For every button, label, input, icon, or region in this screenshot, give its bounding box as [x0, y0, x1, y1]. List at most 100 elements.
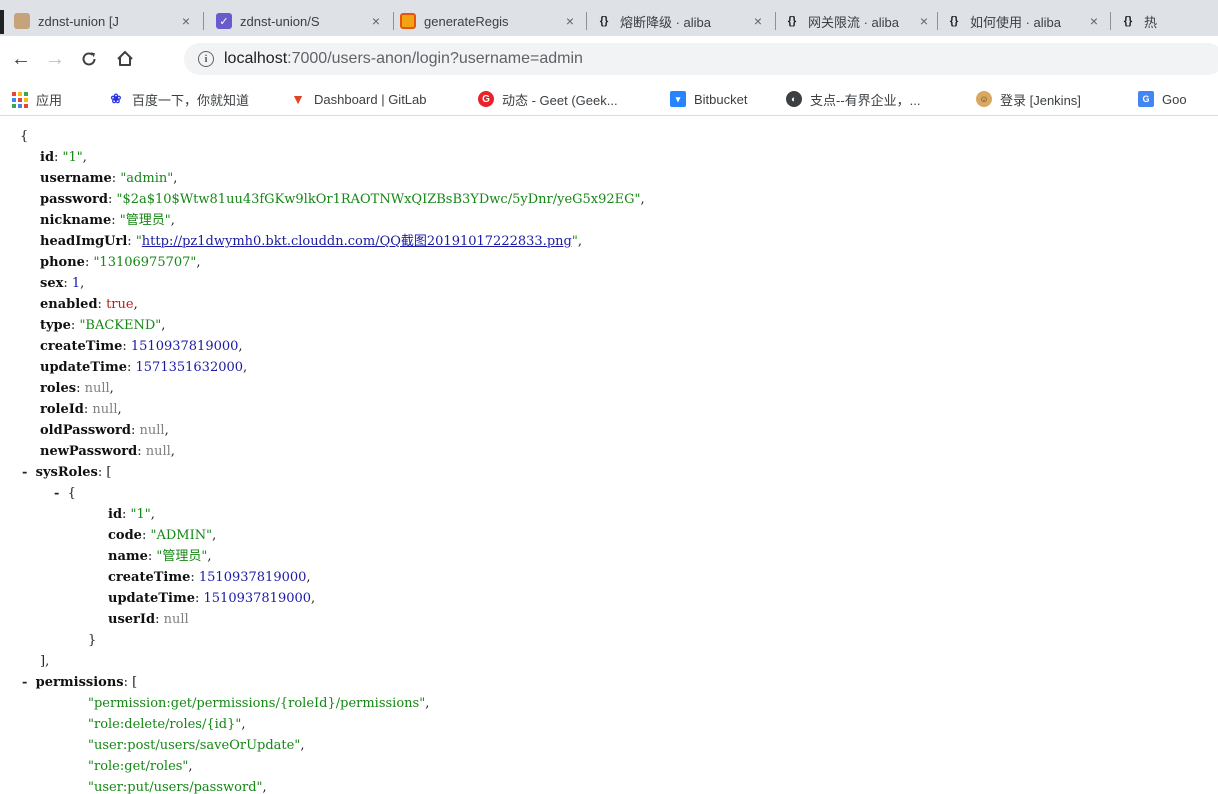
json-permission-item: "user:post/users/saveOrUpdate", [88, 738, 305, 753]
json-row-roles: roles: null, [40, 381, 114, 396]
json-row-newpassword: newPassword: null, [40, 444, 175, 459]
reload-icon[interactable] [76, 46, 102, 72]
json-open-brace: { [20, 129, 29, 144]
tab-divider [1110, 12, 1111, 30]
apps-grid-icon [12, 91, 28, 108]
braces-icon: {} [1123, 15, 1133, 27]
tab-title: zdnst-union/S [240, 13, 320, 29]
reload-arrow-svg [82, 52, 96, 66]
home-icon[interactable] [112, 46, 138, 72]
bookmarks-bar: 应用 ❀ 百度一下，你就知道 ▼ Dashboard | GitLab G 动态… [0, 82, 1218, 116]
tab-title: 热 [1144, 14, 1158, 30]
bookmark-label: 动态 - Geet (Geek... [502, 92, 618, 108]
braces-icon: {} [949, 15, 959, 27]
bookmark-label: 百度一下，你就知道 [132, 92, 250, 108]
json-row-roleid: roleId: null, [40, 402, 122, 417]
bookmark-label: Goo [1162, 91, 1187, 107]
tab-title: 网关限流 · aliba [808, 14, 900, 30]
tab-divider [586, 12, 587, 30]
bookmark-zhidian[interactable]: ◐ 支点--有界企业，... [786, 90, 921, 108]
url-path: :7000/users-anon/login?username=admin [287, 50, 583, 67]
json-permission-item: "permission:get/permissions/{roleId}/per… [88, 696, 430, 711]
tab-divider [393, 12, 394, 30]
tab-title: 熔断降级 · aliba [620, 14, 712, 30]
tab-zdnst-union-source[interactable]: ✓ zdnst-union/S × [216, 6, 384, 36]
json-row-nickname: nickname: "管理员", [40, 213, 175, 228]
braces-icon: {} [599, 15, 609, 27]
tab-zdnst-union-jenkins[interactable]: zdnst-union [J × [14, 6, 194, 36]
json-permission-item: "role:delete/roles/{id}", [88, 717, 246, 732]
json-row-id: id: "1", [40, 150, 87, 165]
json-row-sex: sex: 1, [40, 276, 85, 291]
site-info-icon[interactable]: i [198, 51, 214, 67]
json-row-role-name: name: "管理员", [108, 549, 212, 564]
json-permission-item: "role:get/roles", [88, 759, 193, 774]
tab-title: generateRegis [424, 13, 509, 29]
json-row-password: password: "$2a$10$Wtw81uu43fGKw9lkOr1RAO… [40, 192, 645, 207]
json-row-role-updatetime: updateTime: 1510937819000, [108, 591, 316, 606]
close-icon[interactable]: × [368, 13, 384, 29]
bookmark-google[interactable]: G Goo [1138, 90, 1187, 108]
jenkins-icon: ☺ [976, 91, 992, 107]
bitbucket-icon: ▾ [670, 91, 686, 107]
json-row-phone: phone: "13106975707", [40, 255, 201, 270]
json-row-role-userid: userId: null [108, 612, 189, 627]
baidu-paw-icon: ❀ [110, 91, 122, 106]
bookmark-label: Dashboard | GitLab [314, 91, 427, 107]
json-row-updatetime: updateTime: 1571351632000, [40, 360, 248, 375]
bookmark-bitbucket[interactable]: ▾ Bitbucket [670, 90, 747, 108]
json-row-sysroles: - sysRoles: [ [22, 465, 112, 480]
tab-strip-edge [0, 10, 4, 34]
close-icon[interactable]: × [178, 13, 194, 29]
tab-circuit-breaker[interactable]: {} 熔断降级 · aliba × [596, 6, 766, 36]
avatar-favicon-icon [14, 13, 30, 29]
bookmark-label: 支点--有界企业，... [810, 92, 921, 108]
tab-generate-register[interactable]: generateRegis × [400, 6, 578, 36]
address-bar[interactable]: i localhost:7000/users-anon/login?userna… [184, 43, 1218, 75]
braces-icon: {} [787, 15, 797, 27]
tab-gateway-flow-control[interactable]: {} 网关限流 · aliba × [784, 6, 932, 36]
json-row-permissions: - permissions: [ [22, 675, 138, 690]
tab-title: 如何使用 · aliba [970, 14, 1062, 30]
forward-arrow-icon[interactable]: → [42, 46, 68, 72]
json-row-role-code: code: "ADMIN", [108, 528, 217, 543]
gitlab-fox-icon: ▼ [291, 91, 305, 107]
json-row-createtime: createTime: 1510937819000, [40, 339, 243, 354]
json-sysroles-close: ], [40, 654, 50, 669]
zhidian-icon: ◐ [786, 91, 802, 107]
bookmark-label: 登录 [Jenkins] [1000, 92, 1081, 108]
json-row-enabled: enabled: true, [40, 297, 138, 312]
json-row-headimgurl: headImgUrl: "http://pz1dwymh0.bkt.cloudd… [40, 234, 582, 249]
json-row-role-id: id: "1", [108, 507, 155, 522]
tab-how-to-use[interactable]: {} 如何使用 · aliba × [946, 6, 1102, 36]
back-arrow-icon[interactable]: ← [8, 46, 34, 72]
tab-strip: zdnst-union [J × ✓ zdnst-union/S × gener… [0, 0, 1218, 36]
tab-title: zdnst-union [J [38, 13, 119, 29]
json-row-sysroles-item-open: - { [54, 486, 76, 501]
json-row-oldpassword: oldPassword: null, [40, 423, 169, 438]
json-row-username: username: "admin", [40, 171, 178, 186]
tab-hot[interactable]: {} 热 [1120, 6, 1218, 36]
json-viewer: { id: "1", username: "admin", password: … [0, 116, 1218, 794]
bookmark-jenkins[interactable]: ☺ 登录 [Jenkins] [976, 90, 1081, 108]
geet-icon: G [478, 91, 494, 107]
json-permission-item: "user:put/users/password", [88, 780, 267, 794]
url-host: localhost [224, 50, 288, 67]
close-icon[interactable]: × [916, 13, 932, 29]
close-icon[interactable]: × [562, 13, 578, 29]
bookmark-gitlab[interactable]: ▼ Dashboard | GitLab [290, 90, 427, 108]
headimg-link[interactable]: http://pz1dwymh0.bkt.clouddn.com/QQ截图201… [142, 234, 572, 249]
bookmark-geet[interactable]: G 动态 - Geet (Geek... [478, 90, 618, 108]
bookmark-baidu[interactable]: ❀ 百度一下，你就知道 [108, 90, 249, 108]
google-translate-icon: G [1138, 91, 1154, 107]
close-icon[interactable]: × [1086, 13, 1102, 29]
json-row-role-createtime: createTime: 1510937819000, [108, 570, 311, 585]
bookmark-label: 应用 [36, 92, 63, 108]
json-row-type: type: "BACKEND", [40, 318, 166, 333]
home-svg [117, 51, 133, 66]
bookmark-apps[interactable]: 应用 [12, 90, 62, 108]
close-icon[interactable]: × [750, 13, 766, 29]
browser-toolbar: ← → i localhost:7000/users-anon/login?us… [0, 36, 1218, 82]
tab-divider [937, 12, 938, 30]
json-role-close-brace: } [88, 633, 97, 648]
